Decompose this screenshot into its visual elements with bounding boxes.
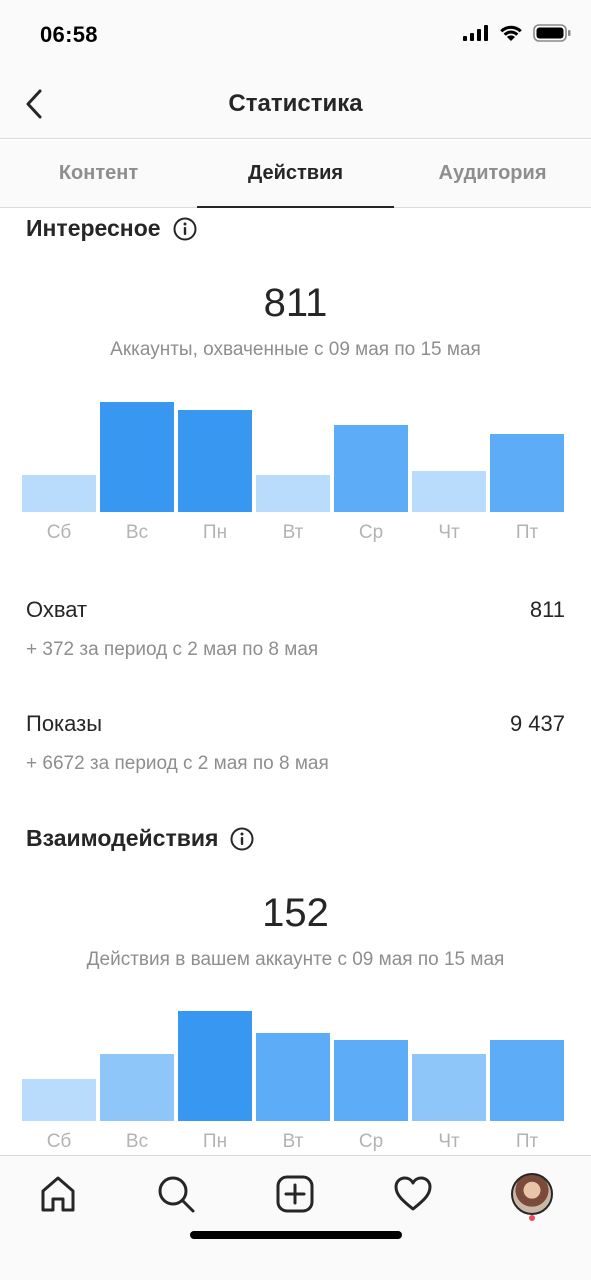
chart-x-label: Чт xyxy=(438,522,460,543)
chart-x-label: Ср xyxy=(358,522,384,543)
discovery-caption: Аккаунты, охваченные с 09 мая по 15 мая xyxy=(110,339,481,360)
chart-bar-1[interactable] xyxy=(22,475,96,512)
chart-bar-4[interactable] xyxy=(256,1033,330,1121)
chart-x-label: Вт xyxy=(282,1131,304,1152)
info-icon[interactable] xyxy=(230,827,254,851)
nav-header: Статистика xyxy=(0,70,591,139)
profile-tab[interactable] xyxy=(508,1170,556,1218)
chart-bar-6[interactable] xyxy=(412,471,486,512)
home-indicator xyxy=(190,1231,402,1239)
chart-bar-5[interactable] xyxy=(334,425,408,512)
chart-x-axis: Сб Вс Пн Вт Ср Чт Пт xyxy=(22,512,570,543)
status-time: 06:58 xyxy=(40,22,98,47)
chart-x-label: Сб xyxy=(46,1131,72,1152)
tab-content[interactable]: Контент xyxy=(0,140,197,207)
chart-bar-1[interactable] xyxy=(22,1079,96,1121)
home-icon xyxy=(41,1176,75,1212)
chart-x-label: Сб xyxy=(46,522,72,543)
chart-bar-6[interactable] xyxy=(412,1054,486,1121)
discovery-title: Интересное xyxy=(26,215,161,241)
tab-actions[interactable]: Действия xyxy=(197,140,394,208)
battery-icon xyxy=(533,24,571,42)
chart-x-label: Вт xyxy=(282,522,304,543)
chart-bar-7[interactable] xyxy=(490,434,564,512)
chart-bar-4[interactable] xyxy=(256,475,330,512)
notification-dot xyxy=(529,1215,535,1221)
tab-audience[interactable]: Аудитория xyxy=(394,140,591,207)
status-bar: 06:58 xyxy=(0,0,591,70)
chart-x-label: Пт xyxy=(515,1131,539,1152)
heart-icon xyxy=(394,1176,432,1211)
interactions-title: Взаимодействия xyxy=(26,825,219,851)
stats-tabs: Контент Действия Аудитория xyxy=(0,140,591,208)
chart-x-label: Пн xyxy=(202,522,228,543)
profile-avatar xyxy=(511,1173,553,1215)
chart-bars xyxy=(22,1011,570,1121)
discovery-chart: Сб Вс Пн Вт Ср Чт Пт xyxy=(22,402,570,543)
status-icons xyxy=(463,24,571,42)
interactions-total: 152 xyxy=(262,891,329,935)
info-icon[interactable] xyxy=(173,217,197,241)
interactions-caption: Действия в вашем аккаунте с 09 мая по 15… xyxy=(86,949,505,970)
new-post-tab[interactable] xyxy=(271,1170,319,1218)
chart-bar-2[interactable] xyxy=(100,402,174,512)
reach-delta: + 372 за период с 2 мая по 8 мая xyxy=(26,639,319,660)
chart-bar-3[interactable] xyxy=(178,410,252,512)
chart-x-label: Ср xyxy=(358,1131,384,1152)
wifi-icon xyxy=(500,25,522,41)
chart-x-label: Вс xyxy=(125,522,149,543)
discovery-total: 811 xyxy=(263,281,328,325)
home-tab[interactable] xyxy=(34,1170,82,1218)
reach-value: 811 xyxy=(529,597,565,622)
interactions-chart: Сб Вс Пн Вт Ср Чт Пт xyxy=(22,1011,570,1152)
chart-x-label: Вс xyxy=(125,1131,149,1152)
chart-x-label: Пн xyxy=(202,1131,228,1152)
chart-bar-3[interactable] xyxy=(178,1011,252,1121)
activity-tab[interactable] xyxy=(389,1170,437,1218)
impressions-delta: + 6672 за период с 2 мая по 8 мая xyxy=(26,753,329,774)
cellular-signal-icon xyxy=(463,25,488,41)
search-icon xyxy=(158,1176,195,1213)
search-tab[interactable] xyxy=(152,1170,200,1218)
chart-bar-5[interactable] xyxy=(334,1040,408,1121)
bottom-tab-bar xyxy=(0,1155,591,1280)
chart-x-label: Чт xyxy=(438,1131,460,1152)
page-title: Статистика xyxy=(228,90,363,117)
reach-label: Охват xyxy=(26,597,88,622)
chart-bar-7[interactable] xyxy=(490,1040,564,1121)
chart-bars xyxy=(22,402,570,512)
chart-x-axis: Сб Вс Пн Вт Ср Чт Пт xyxy=(22,1121,570,1152)
add-post-icon xyxy=(276,1175,314,1213)
impressions-label: Показы xyxy=(26,711,103,736)
chart-x-label: Пт xyxy=(515,522,539,543)
impressions-value: 9 437 xyxy=(509,711,565,736)
stats-content[interactable]: Интересное 811 Аккаунты, охваченные с 09… xyxy=(0,209,591,1155)
chart-bar-2[interactable] xyxy=(100,1054,174,1121)
interactions-section-title: Взаимодействия xyxy=(26,825,254,852)
discovery-section-title: Интересное xyxy=(26,215,197,242)
